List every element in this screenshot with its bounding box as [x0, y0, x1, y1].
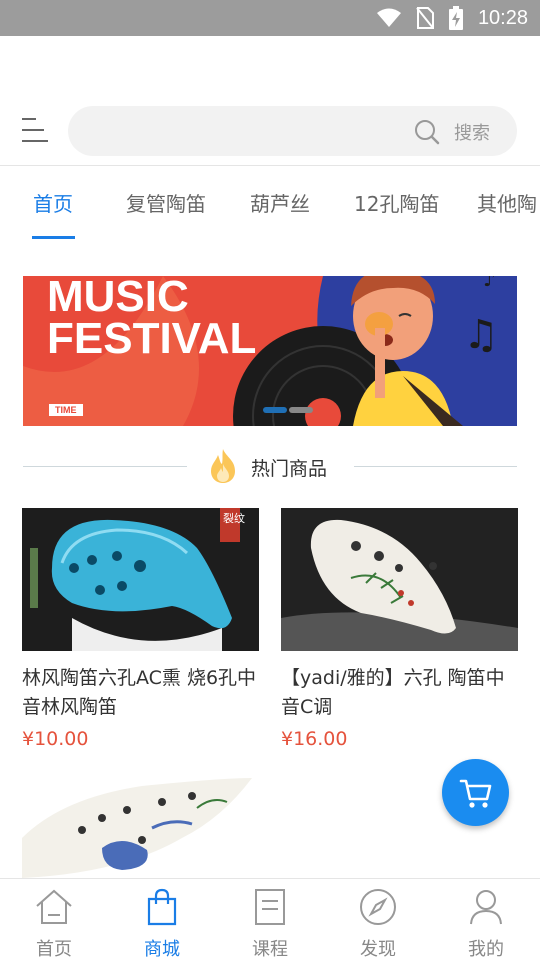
shopping-bag-icon — [147, 888, 177, 926]
wifi-icon — [376, 8, 401, 27]
tab-double-tube-ocarina[interactable]: 复管陶笛 — [126, 188, 206, 217]
nav-mall[interactable]: 商城 — [108, 879, 216, 961]
product-card[interactable] — [22, 778, 259, 878]
banner-line-2: FESTIVAL — [47, 314, 257, 363]
tab-home[interactable]: 首页 — [33, 188, 73, 217]
menu-icon[interactable] — [22, 118, 48, 142]
product-image-badge: 裂纹 — [223, 511, 245, 525]
ocarina-white-image — [281, 508, 518, 651]
category-tabs: 首页 复管陶笛 葫芦丝 12孔陶笛 其他陶 — [0, 166, 540, 242]
section-title: 热门商品 — [251, 458, 328, 480]
tab-12-hole-ocarina[interactable]: 12孔陶笛 — [354, 188, 439, 217]
nav-course[interactable]: 课程 — [216, 879, 324, 961]
product-name[interactable]: 林风陶笛六孔AC熏 烧6孔中音林风陶笛 — [22, 664, 259, 722]
no-sim-icon — [416, 7, 434, 29]
compass-icon — [360, 889, 396, 925]
banner-line-1: MUSIC — [47, 276, 189, 321]
nav-label: 课程 — [252, 939, 288, 960]
carousel-indicator — [263, 407, 313, 413]
carousel-dot-active[interactable] — [263, 407, 287, 413]
product-price: ¥16.00 — [281, 728, 348, 750]
carousel-dot[interactable] — [289, 407, 313, 413]
active-tab-indicator — [32, 236, 75, 239]
fire-icon — [211, 449, 235, 483]
home-icon — [36, 889, 72, 924]
search-placeholder: 搜索 — [454, 123, 490, 144]
battery-charging-icon — [448, 6, 463, 30]
product-image[interactable]: 裂纹 — [22, 508, 259, 651]
search-icon — [415, 120, 440, 145]
promo-banner[interactable]: ♫ ♪ MUSIC FESTIVAL TIME — [23, 276, 517, 426]
product-card[interactable]: 裂纹 林风陶笛六孔AC熏 烧6孔中音林风陶笛 ¥10.00 — [22, 508, 259, 750]
nav-mine[interactable]: 我的 — [432, 879, 540, 961]
divider-left — [23, 466, 187, 467]
search-input[interactable]: 搜索 — [68, 106, 517, 156]
nav-label: 首页 — [36, 939, 72, 960]
banner-headline: MUSIC FESTIVAL — [47, 276, 257, 363]
document-icon — [255, 889, 285, 925]
svg-text:♫: ♫ — [463, 312, 499, 358]
cart-icon — [459, 779, 491, 808]
search-header: 搜索 — [0, 96, 540, 166]
svg-text:♪: ♪ — [483, 276, 496, 291]
ocarina-painted-image — [22, 778, 259, 878]
status-bar: 10:28 — [0, 0, 540, 36]
nav-home[interactable]: 首页 — [0, 879, 108, 961]
nav-label: 发现 — [360, 939, 396, 960]
status-time: 10:28 — [477, 6, 528, 29]
nav-discover[interactable]: 发现 — [324, 879, 432, 961]
cart-button[interactable] — [442, 759, 509, 826]
product-name[interactable]: 【yadi/雅的】六孔 陶笛中音C调 — [281, 664, 518, 722]
nav-label: 我的 — [468, 939, 504, 960]
hot-products-header: 热门商品 — [0, 444, 540, 488]
nav-label: 商城 — [144, 939, 180, 960]
bottom-nav: 首页 商城 课程 发现 我的 — [0, 878, 540, 960]
banner-tag: TIME — [49, 404, 83, 416]
product-price: ¥10.00 — [22, 728, 89, 750]
ocarina-blue-image: 裂纹 — [22, 508, 259, 651]
person-icon — [470, 890, 502, 925]
product-card[interactable]: 【yadi/雅的】六孔 陶笛中音C调 ¥16.00 — [281, 508, 518, 750]
tab-hulusi[interactable]: 葫芦丝 — [250, 188, 310, 217]
divider-right — [354, 466, 517, 467]
tab-other-ocarina[interactable]: 其他陶 — [477, 188, 537, 217]
product-image[interactable] — [281, 508, 518, 651]
